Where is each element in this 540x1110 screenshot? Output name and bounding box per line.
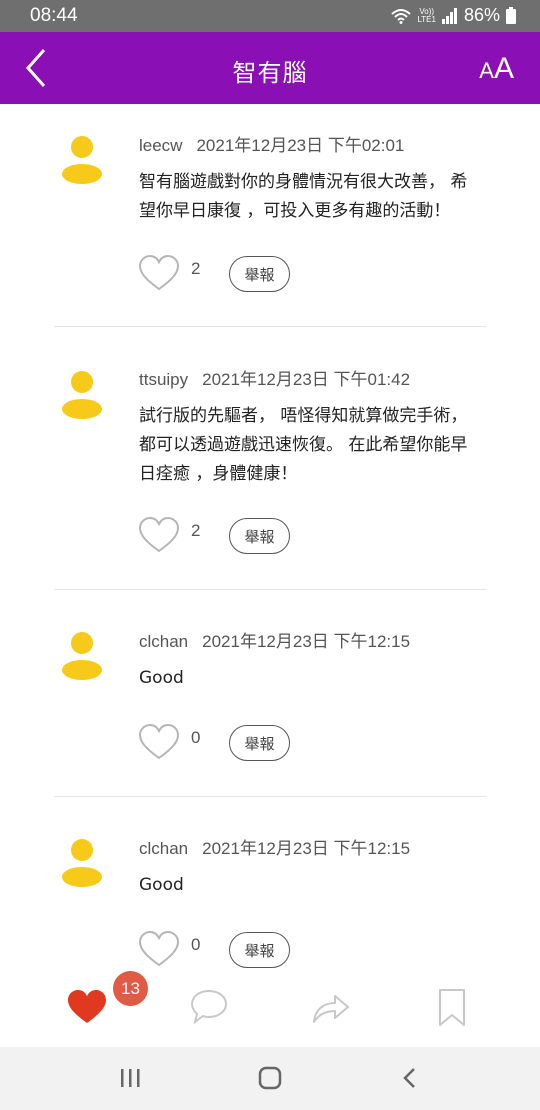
comment-item: clchan 2021年12月23日 下午12:15 Good 0 舉報	[54, 590, 486, 796]
system-nav-bar	[0, 1047, 540, 1110]
avatar-icon	[62, 136, 102, 184]
page-title: 智有腦	[232, 59, 308, 87]
comment-item: clchan 2021年12月23日 下午12:15 Good 0 舉報	[54, 797, 486, 970]
comment-list[interactable]: leecw 2021年12月23日 下午02:01 智有腦遊戲對你的身體情況有很大…	[0, 104, 540, 970]
comment-text: Good	[139, 875, 184, 895]
comment-timestamp: 2021年12月23日 下午01:42	[202, 370, 411, 389]
font-size-icon-large: A	[493, 52, 514, 85]
like-count: 2	[191, 259, 201, 278]
bookmark-icon[interactable]	[438, 988, 466, 1028]
comment-meta: clchan 2021年12月23日 下午12:15	[139, 627, 410, 652]
action-bar	[0, 970, 540, 1047]
comment-text: 試行版的先驅者， 唔怪得知就算做完手術， 都可以透過遊戲迅速恢復。 在此希望你能…	[139, 406, 468, 484]
heart-outline-icon[interactable]	[138, 930, 180, 968]
comment-item: leecw 2021年12月23日 下午02:01 智有腦遊戲對你的身體情況有很大…	[54, 104, 486, 326]
comment-timestamp: 2021年12月23日 下午12:15	[202, 839, 411, 858]
app-header: 智有腦 AA	[0, 32, 540, 104]
avatar-icon	[62, 632, 102, 680]
wifi-icon	[391, 8, 412, 24]
comment-username[interactable]: clchan	[139, 632, 188, 651]
status-bar: 08:44 Vo)) LTE1 86%	[0, 0, 540, 32]
battery-percent: 86%	[463, 5, 500, 25]
signal-icon	[441, 7, 457, 24]
share-icon[interactable]	[311, 988, 351, 1026]
comment-item: ttsuipy 2021年12月23日 下午01:42 試行版的先驅者， 唔怪得知…	[54, 327, 486, 589]
report-button[interactable]: 舉報	[229, 518, 290, 554]
comment-timestamp: 2021年12月23日 下午12:15	[202, 632, 411, 651]
status-time: 08:44	[30, 5, 78, 26]
like-count: 0	[191, 935, 201, 954]
comment-meta: clchan 2021年12月23日 下午12:15	[139, 834, 410, 859]
font-size-button[interactable]: AA	[479, 52, 514, 86]
heart-outline-icon[interactable]	[138, 254, 180, 292]
battery-icon	[506, 7, 516, 24]
comment-text: Good	[139, 668, 184, 688]
comment-username[interactable]: clchan	[139, 839, 188, 858]
like-count: 2	[191, 521, 201, 540]
comment-text: 智有腦遊戲對你的身體情況有很大改善， 希望你早日康復 ，可投入更多有趣的活動！	[139, 172, 468, 221]
report-button[interactable]: 舉報	[229, 256, 290, 292]
comment-username[interactable]: ttsuipy	[139, 370, 188, 389]
report-button[interactable]: 舉報	[229, 725, 290, 761]
volte-indicator: Vo)) LTE1	[417, 7, 436, 24]
comment-meta: ttsuipy 2021年12月23日 下午01:42	[139, 365, 410, 390]
like-count: 0	[191, 728, 201, 747]
font-size-icon-small: A	[479, 58, 494, 83]
heart-outline-icon[interactable]	[138, 516, 180, 554]
comment-icon[interactable]	[189, 988, 229, 1026]
comment-timestamp: 2021年12月23日 下午02:01	[196, 136, 405, 155]
home-icon[interactable]	[257, 1064, 283, 1092]
nav-back-icon[interactable]	[400, 1064, 420, 1092]
avatar-icon	[62, 371, 102, 419]
report-button[interactable]: 舉報	[229, 932, 290, 968]
heart-outline-icon[interactable]	[138, 723, 180, 761]
heart-filled-icon[interactable]	[66, 988, 108, 1026]
comment-meta: leecw 2021年12月23日 下午02:01	[139, 131, 404, 156]
like-count-badge: 13	[113, 971, 148, 1006]
volte-bottom: LTE1	[417, 14, 436, 24]
status-icons: Vo)) LTE1 86%	[391, 5, 516, 26]
comment-username[interactable]: leecw	[139, 136, 182, 155]
avatar-icon	[62, 839, 102, 887]
recent-apps-icon[interactable]	[118, 1064, 142, 1092]
